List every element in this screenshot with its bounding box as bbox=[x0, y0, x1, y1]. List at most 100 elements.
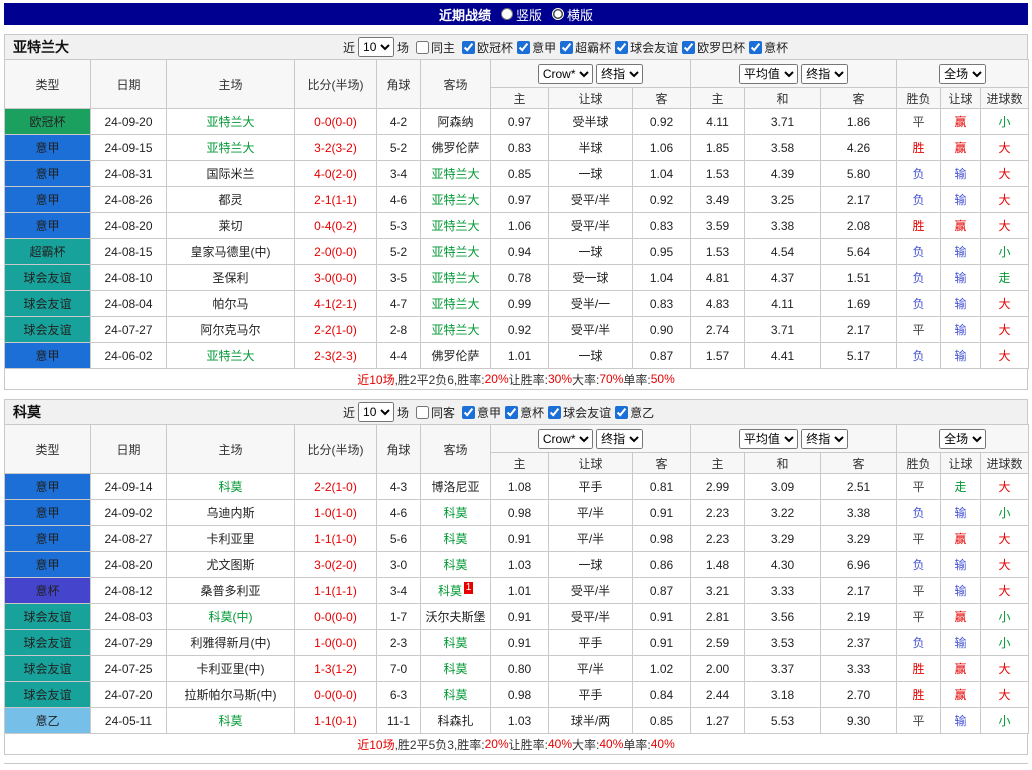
match-row: 意甲24-08-20尤文图斯3-0(2-0)3-0科莫1.03一球0.861.4… bbox=[5, 552, 1029, 578]
league-filter[interactable]: 超霸杯 bbox=[556, 39, 611, 56]
league-filter-checkbox[interactable] bbox=[517, 41, 530, 54]
league-filter-checkbox[interactable] bbox=[682, 41, 695, 54]
league-filter-checkbox[interactable] bbox=[462, 41, 475, 54]
away-team: 科莫 bbox=[421, 500, 491, 526]
bookmaker-select[interactable]: Crow* bbox=[538, 64, 593, 84]
league-filter-checkbox[interactable] bbox=[505, 406, 518, 419]
match-date: 24-07-25 bbox=[91, 656, 167, 682]
away-team: 科莫 bbox=[421, 656, 491, 682]
scope-select[interactable]: 全场 bbox=[939, 64, 986, 84]
layout-option-vertical[interactable]: 竖版 bbox=[501, 5, 542, 24]
score: 1-1(1-0) bbox=[295, 526, 377, 552]
europe-odds-time-select[interactable]: 终指 bbox=[801, 64, 848, 84]
summary-segment: 近10场 bbox=[357, 736, 394, 753]
league-filter[interactable]: 意甲 bbox=[513, 39, 556, 56]
result-handicap: 输 bbox=[941, 578, 981, 604]
average-select[interactable]: 平均值 bbox=[739, 64, 798, 84]
handicap-home-odds: 1.08 bbox=[491, 474, 549, 500]
league-filter-checkbox[interactable] bbox=[548, 406, 561, 419]
match-row: 意甲24-09-02乌迪内斯1-0(1-0)4-6科莫0.98平/半0.912.… bbox=[5, 500, 1029, 526]
handicap-odds-time-select[interactable]: 终指 bbox=[596, 64, 643, 84]
result-handicap: 输 bbox=[941, 552, 981, 578]
match-row: 球会友谊24-08-10圣保利3-0(0-0)3-5亚特兰大0.78受一球1.0… bbox=[5, 265, 1029, 291]
league-filter-checkbox[interactable] bbox=[615, 41, 628, 54]
horizontal-layout-label: 横版 bbox=[567, 5, 593, 24]
europe-draw-odds: 3.38 bbox=[745, 213, 821, 239]
result-goals: 大 bbox=[981, 682, 1029, 708]
handicap-home-odds: 0.98 bbox=[491, 682, 549, 708]
same-venue-filter[interactable]: 同客 bbox=[412, 404, 455, 421]
europe-home-odds: 1.48 bbox=[691, 552, 745, 578]
result-handicap: 输 bbox=[941, 317, 981, 343]
europe-draw-odds: 4.41 bbox=[745, 343, 821, 369]
summary-segment: 单率: bbox=[623, 736, 650, 753]
league-badge: 球会友谊 bbox=[5, 656, 91, 682]
league-filter[interactable]: 意杯 bbox=[745, 39, 788, 56]
handicap-line: 受平/半 bbox=[549, 187, 633, 213]
summary-segment: 40% bbox=[599, 737, 623, 751]
europe-home-odds: 3.59 bbox=[691, 213, 745, 239]
league-badge: 意甲 bbox=[5, 187, 91, 213]
horizontal-layout-radio[interactable] bbox=[552, 8, 564, 20]
handicap-home-odds: 0.91 bbox=[491, 604, 549, 630]
europe-home-odds: 2.99 bbox=[691, 474, 745, 500]
league-filter-checkbox[interactable] bbox=[615, 406, 628, 419]
league-filter-group: 意甲意杯球会友谊意乙 bbox=[458, 404, 654, 421]
same-venue-checkbox[interactable] bbox=[416, 41, 429, 54]
average-select[interactable]: 平均值 bbox=[739, 429, 798, 449]
europe-draw-odds: 3.71 bbox=[745, 317, 821, 343]
result-scope-group: 全场 bbox=[897, 60, 1029, 88]
subcol-handicap-home: 主 bbox=[491, 453, 549, 474]
away-team: 亚特兰大 bbox=[421, 291, 491, 317]
league-filter[interactable]: 意杯 bbox=[501, 404, 544, 421]
score: 1-3(1-2) bbox=[295, 656, 377, 682]
subcol-handicap-home: 主 bbox=[491, 88, 549, 109]
vertical-layout-radio[interactable] bbox=[501, 8, 513, 20]
bookmaker-select[interactable]: Crow* bbox=[538, 429, 593, 449]
handicap-odds-time-select[interactable]: 终指 bbox=[596, 429, 643, 449]
corner-score: 3-4 bbox=[377, 161, 421, 187]
layout-option-horizontal[interactable]: 横版 bbox=[552, 5, 593, 24]
europe-home-odds: 1.27 bbox=[691, 708, 745, 734]
home-team: 阿尔克马尔 bbox=[167, 317, 295, 343]
col-header-corner: 角球 bbox=[377, 425, 421, 474]
europe-away-odds: 2.51 bbox=[821, 474, 897, 500]
summary-segment: 单率: bbox=[623, 371, 650, 388]
europe-draw-odds: 3.09 bbox=[745, 474, 821, 500]
league-filter-checkbox[interactable] bbox=[560, 41, 573, 54]
handicap-home-odds: 0.91 bbox=[491, 630, 549, 656]
result-handicap: 赢 bbox=[941, 656, 981, 682]
europe-odds-time-select[interactable]: 终指 bbox=[801, 429, 848, 449]
result-goals: 大 bbox=[981, 474, 1029, 500]
match-count-select[interactable]: 10 bbox=[358, 37, 394, 57]
league-filter[interactable]: 欧罗巴杯 bbox=[678, 39, 745, 56]
same-venue-checkbox[interactable] bbox=[416, 406, 429, 419]
league-filter-label: 意甲 bbox=[532, 39, 556, 56]
match-count-select[interactable]: 10 bbox=[358, 402, 394, 422]
result-wdl: 负 bbox=[897, 291, 941, 317]
home-team: 亚特兰大 bbox=[167, 343, 295, 369]
league-filter[interactable]: 欧冠杯 bbox=[458, 39, 513, 56]
home-team: 亚特兰大 bbox=[167, 135, 295, 161]
corner-score: 4-6 bbox=[377, 500, 421, 526]
europe-home-odds: 4.81 bbox=[691, 265, 745, 291]
result-wdl: 负 bbox=[897, 187, 941, 213]
summary-segment: ,胜2平2负6, bbox=[395, 371, 458, 388]
same-venue-filter[interactable]: 同主 bbox=[412, 39, 455, 56]
league-filter-checkbox[interactable] bbox=[749, 41, 762, 54]
league-filter-checkbox[interactable] bbox=[462, 406, 475, 419]
scope-select[interactable]: 全场 bbox=[939, 429, 986, 449]
league-filter[interactable]: 球会友谊 bbox=[544, 404, 611, 421]
summary-segment: 30% bbox=[548, 372, 572, 386]
away-team: 阿森纳 bbox=[421, 109, 491, 135]
league-filter[interactable]: 意甲 bbox=[458, 404, 501, 421]
home-team: 科莫(中) bbox=[167, 604, 295, 630]
europe-draw-odds: 4.11 bbox=[745, 291, 821, 317]
europe-draw-odds: 3.33 bbox=[745, 578, 821, 604]
league-filter[interactable]: 球会友谊 bbox=[611, 39, 678, 56]
result-goals: 大 bbox=[981, 213, 1029, 239]
match-date: 24-07-20 bbox=[91, 682, 167, 708]
score: 2-1(1-1) bbox=[295, 187, 377, 213]
league-filter-group: 欧冠杯 意甲超霸杯球会友谊欧罗巴杯意杯 bbox=[458, 39, 788, 56]
league-filter[interactable]: 意乙 bbox=[611, 404, 654, 421]
